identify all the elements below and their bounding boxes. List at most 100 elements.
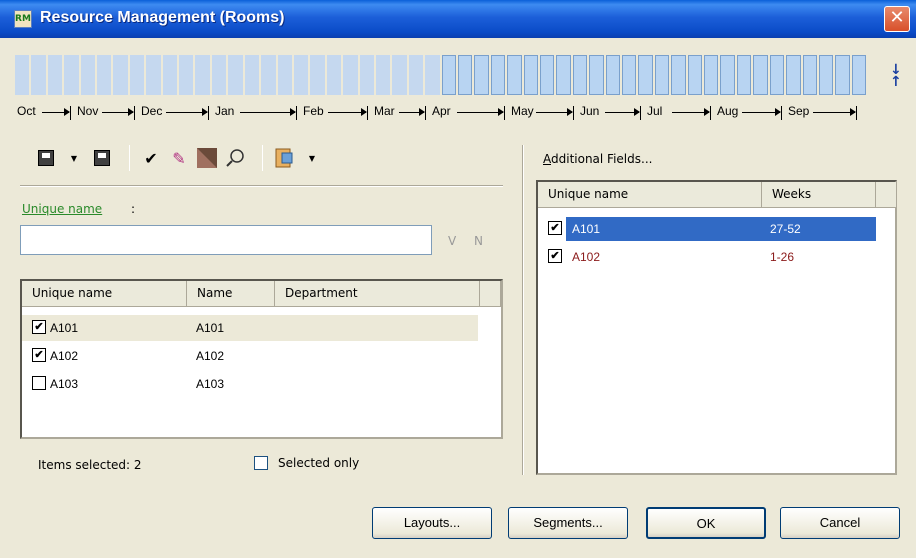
month-tick: [425, 106, 426, 120]
table-row[interactable]: A103 A103: [22, 371, 478, 397]
week-bar[interactable]: [15, 55, 868, 95]
week-cell[interactable]: [720, 55, 735, 95]
week-cell[interactable]: [556, 55, 571, 95]
week-cell[interactable]: [441, 55, 456, 95]
n-label[interactable]: N: [474, 234, 483, 248]
week-cell[interactable]: [392, 55, 407, 95]
selected-only-checkbox[interactable]: [254, 456, 268, 470]
week-cell[interactable]: [671, 55, 686, 95]
week-cell[interactable]: [753, 55, 768, 95]
week-cell[interactable]: [851, 55, 867, 95]
table-row[interactable]: ✔ A102 A102: [22, 343, 478, 369]
month-label: Apr: [432, 104, 451, 118]
weeks-list[interactable]: Unique name Weeks ✔ A101 27-52 ✔ A102 1-…: [536, 180, 897, 475]
unique-name-input[interactable]: [20, 225, 432, 255]
column-header-unique-name[interactable]: Unique name: [538, 182, 762, 208]
close-button[interactable]: ✕: [884, 6, 910, 32]
week-cell[interactable]: [162, 55, 178, 95]
week-cell[interactable]: [244, 55, 260, 95]
row-checkbox[interactable]: ✔: [32, 348, 46, 362]
week-cell[interactable]: [802, 55, 817, 95]
week-cell[interactable]: [818, 55, 834, 95]
week-cell[interactable]: [375, 55, 391, 95]
search-icon[interactable]: [224, 147, 246, 169]
week-cell[interactable]: [572, 55, 588, 95]
week-cell[interactable]: [425, 55, 440, 95]
week-cell[interactable]: [605, 55, 621, 95]
week-cell[interactable]: [638, 55, 653, 95]
week-cell[interactable]: [408, 55, 424, 95]
week-cell[interactable]: [97, 55, 112, 95]
week-cell[interactable]: [343, 55, 358, 95]
cancel-button[interactable]: Cancel: [780, 507, 900, 539]
chevron-down-icon[interactable]: ▼: [301, 147, 323, 169]
week-cell[interactable]: [359, 55, 374, 95]
week-cell[interactable]: [261, 55, 276, 95]
week-cell[interactable]: [146, 55, 161, 95]
check-icon[interactable]: ✔: [140, 147, 162, 169]
row-checkbox[interactable]: ✔: [548, 249, 562, 263]
week-cell[interactable]: [769, 55, 785, 95]
week-cell[interactable]: [47, 55, 63, 95]
week-cell[interactable]: [80, 55, 96, 95]
fill-icon[interactable]: [196, 147, 218, 169]
resource-list[interactable]: Unique name Name Department ✔ A101 A101 …: [20, 279, 503, 439]
week-cell[interactable]: [687, 55, 703, 95]
week-cell[interactable]: [195, 55, 210, 95]
save-as-icon[interactable]: [91, 147, 113, 169]
week-cell[interactable]: [736, 55, 752, 95]
table-row[interactable]: ✔ A101 A101: [22, 315, 478, 341]
week-cell[interactable]: [277, 55, 292, 95]
week-cell[interactable]: [113, 55, 128, 95]
week-cell[interactable]: [540, 55, 555, 95]
week-cell[interactable]: [211, 55, 227, 95]
week-timeline[interactable]: [15, 55, 868, 95]
week-cell[interactable]: [293, 55, 309, 95]
week-cell[interactable]: [589, 55, 604, 95]
week-cell[interactable]: [507, 55, 522, 95]
week-cell[interactable]: [474, 55, 489, 95]
column-header-weeks[interactable]: Weeks: [762, 182, 876, 208]
column-header-department[interactable]: Department: [275, 281, 480, 307]
week-cell[interactable]: [31, 55, 46, 95]
week-cell[interactable]: [326, 55, 342, 95]
selected-only-label[interactable]: Selected only: [278, 456, 359, 470]
month-label: Sep: [788, 104, 810, 118]
month-arrow: [536, 108, 573, 116]
week-cell[interactable]: [457, 55, 473, 95]
sort-icon[interactable]: ↓ ↑: [890, 63, 908, 89]
week-cell[interactable]: [228, 55, 243, 95]
row-checkbox[interactable]: ✔: [32, 320, 46, 334]
column-header-unique-name[interactable]: Unique name: [22, 281, 187, 307]
toolbar-separator: [129, 145, 130, 171]
week-cell[interactable]: [835, 55, 850, 95]
week-cell[interactable]: [622, 55, 637, 95]
row-checkbox[interactable]: [32, 376, 46, 390]
week-cell[interactable]: [15, 55, 30, 95]
week-cell[interactable]: [129, 55, 145, 95]
layouts-button[interactable]: Layouts...: [372, 507, 492, 539]
column-header-name[interactable]: Name: [187, 281, 275, 307]
week-cell[interactable]: [310, 55, 325, 95]
additional-fields-link[interactable]: Additional Fields...: [543, 152, 652, 166]
cell-unique: A103: [50, 377, 79, 391]
eraser-icon[interactable]: ✎: [168, 147, 190, 169]
table-row[interactable]: ✔ A102 1-26: [538, 244, 876, 270]
week-cell[interactable]: [490, 55, 506, 95]
table-row[interactable]: ✔ A101 27-52: [538, 216, 876, 242]
week-cell[interactable]: [704, 55, 719, 95]
chevron-down-icon[interactable]: ▼: [63, 147, 85, 169]
export-icon[interactable]: [273, 147, 295, 169]
row-checkbox[interactable]: ✔: [548, 221, 562, 235]
week-cell[interactable]: [786, 55, 801, 95]
month-tick: [296, 106, 297, 120]
week-cell[interactable]: [64, 55, 79, 95]
week-cell[interactable]: [523, 55, 538, 95]
v-label[interactable]: V: [448, 234, 456, 248]
month-tick: [367, 106, 368, 120]
segments-button[interactable]: Segments...: [508, 507, 628, 539]
save-icon[interactable]: [35, 147, 57, 169]
week-cell[interactable]: [179, 55, 194, 95]
week-cell[interactable]: [654, 55, 670, 95]
ok-button[interactable]: OK: [646, 507, 766, 539]
